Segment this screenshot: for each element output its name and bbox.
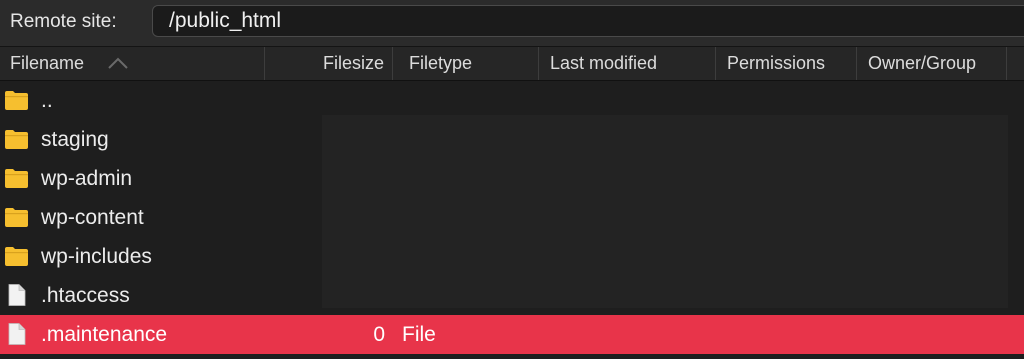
folder-icon <box>5 169 28 188</box>
file-size: 0 <box>373 323 385 346</box>
column-header-filetype[interactable]: Filetype <box>393 47 539 80</box>
file-icon <box>8 323 26 345</box>
file-name: staging <box>41 128 109 151</box>
file-icon <box>8 284 26 306</box>
folder-icon <box>5 208 28 227</box>
remote-site-bar: Remote site: <box>0 0 1024 47</box>
chevron-up-icon <box>108 57 128 69</box>
remote-path-input[interactable] <box>152 5 1024 37</box>
column-header-filesize[interactable]: Filesize <box>265 47 393 80</box>
file-name: .. <box>41 89 53 112</box>
column-header-permissions[interactable]: Permissions <box>716 47 857 80</box>
file-row-maintenance[interactable]: .maintenance 0 File <box>0 315 1024 354</box>
folder-icon <box>5 130 28 149</box>
file-name: wp-includes <box>41 245 152 268</box>
file-name: .maintenance <box>41 323 168 346</box>
file-row-wp-admin[interactable]: wp-admin <box>0 159 1024 198</box>
column-header-filename[interactable]: Filename <box>0 47 265 80</box>
file-row-staging[interactable]: staging <box>0 120 1024 159</box>
file-list: .. staging wp-admin wp-content wp-includ… <box>0 81 1024 359</box>
file-name: wp-admin <box>41 167 133 190</box>
file-row-htaccess[interactable]: .htaccess <box>0 276 1024 315</box>
folder-icon <box>5 91 28 110</box>
file-type: File <box>402 323 436 346</box>
folder-icon <box>5 247 28 266</box>
column-header-filename-label: Filename <box>10 53 85 73</box>
file-list-header: Filename Filesize Filetype Last modified… <box>0 47 1024 81</box>
file-row-wp-includes[interactable]: wp-includes <box>0 237 1024 276</box>
column-header-last-modified[interactable]: Last modified <box>539 47 716 80</box>
file-name: wp-content <box>41 206 144 229</box>
file-row-parent[interactable]: .. <box>0 81 1024 120</box>
column-header-overflow <box>1007 47 1024 80</box>
file-row-wp-content[interactable]: wp-content <box>0 198 1024 237</box>
file-name: .htaccess <box>41 284 130 307</box>
column-header-owner-group[interactable]: Owner/Group <box>857 47 1007 80</box>
remote-site-label: Remote site: <box>10 11 117 32</box>
